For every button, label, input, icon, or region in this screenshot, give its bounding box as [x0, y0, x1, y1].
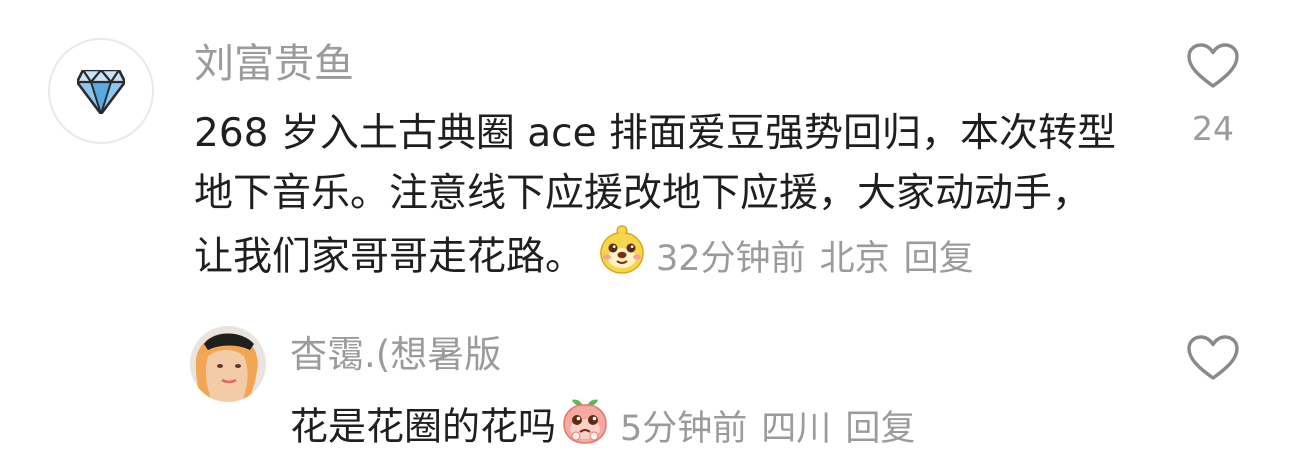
reply-meta: 5分钟前 四川 回复	[620, 409, 929, 449]
reply-avatar[interactable]	[190, 326, 266, 402]
like-button[interactable]	[1186, 42, 1240, 94]
reply-body: 花是花圈的花吗 5分钟前 四川 回复	[290, 396, 929, 462]
reply-text: 花是花圈的花吗	[290, 404, 557, 449]
heart-outline-icon	[1187, 43, 1239, 88]
comment-location: 北京	[819, 238, 890, 279]
reply-reply-button[interactable]: 回复	[845, 409, 915, 449]
comment-meta: 32分钟前 北京 回复	[656, 239, 988, 279]
comment-body: 268 岁入土古典圈 ace 排面爱豆强势回归，本次转型地下音乐。注意线下应援改…	[194, 104, 1124, 294]
avatar[interactable]	[48, 38, 154, 144]
reply-like-button[interactable]	[1186, 334, 1240, 386]
dog-face-emoji	[596, 224, 648, 294]
diamond-icon	[77, 70, 125, 114]
reply-time: 5分钟前	[620, 408, 748, 449]
reply-location: 四川	[761, 408, 832, 449]
like-count: 24	[1192, 109, 1234, 148]
username[interactable]: 刘富贵鱼	[194, 38, 354, 90]
heart-outline-icon	[1187, 335, 1239, 380]
reply-button[interactable]: 回复	[904, 239, 974, 279]
reply-username[interactable]: 杳霭.(想暑版	[290, 330, 501, 380]
comment-thread: 刘富贵鱼 268 岁入土古典圈 ace 排面爱豆强势回归，本次转型地下音乐。注意…	[0, 0, 1290, 470]
crying-peach-emoji	[560, 396, 610, 462]
comment-time: 32分钟前	[656, 238, 806, 279]
